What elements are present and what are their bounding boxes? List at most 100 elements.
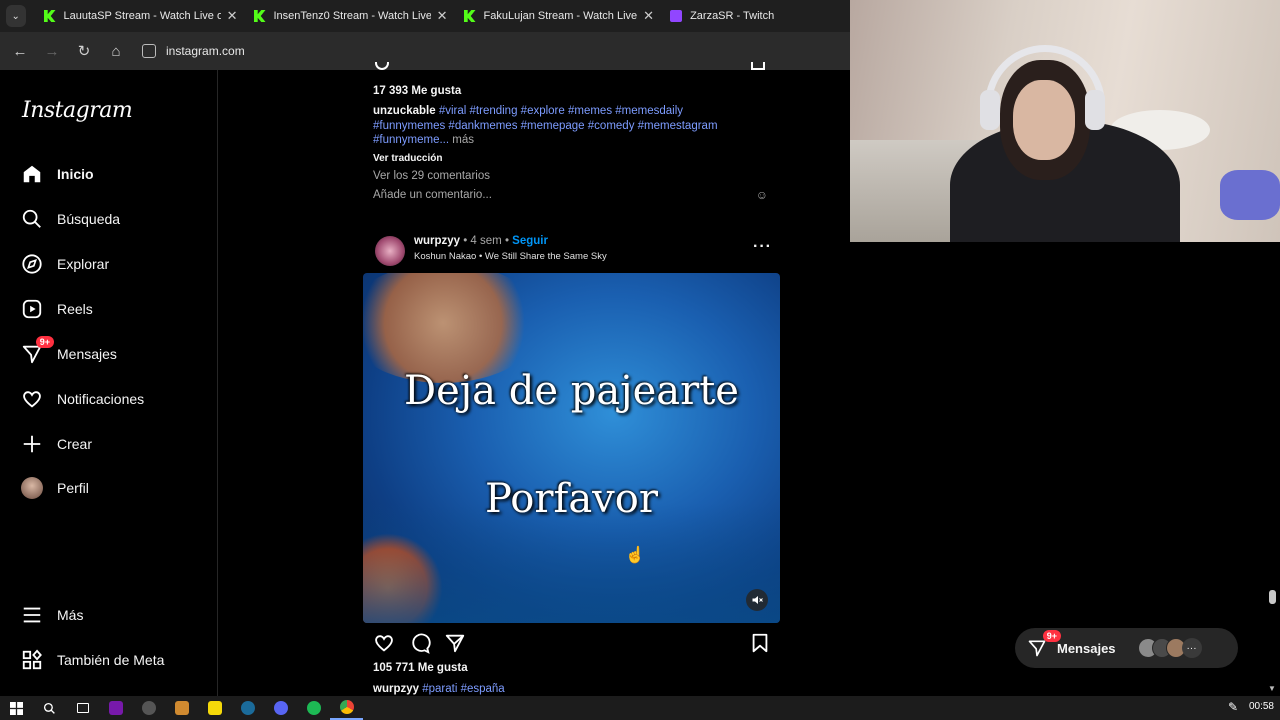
audio-track[interactable]: Koshun Nakao • We Still Share the Same S… [414, 251, 607, 262]
share-icon[interactable] [444, 632, 466, 659]
heart-icon [20, 387, 44, 411]
app-icon[interactable] [165, 696, 198, 720]
view-comments-link[interactable]: Ver los 29 comentarios [373, 170, 783, 182]
more-icon[interactable]: ··· [1181, 638, 1202, 658]
sidebar-item-mas[interactable]: Más [20, 603, 83, 627]
caption-hashtags[interactable]: #parati #españa [422, 683, 504, 695]
forward-icon[interactable]: → [36, 35, 68, 67]
sidebar-item-label: Reels [57, 301, 93, 317]
add-comment-input[interactable]: Añade un comentario... [373, 189, 492, 201]
sidebar-item-label: Explorar [57, 256, 110, 272]
like-icon[interactable] [373, 632, 395, 659]
browser-tab-bar: ⌄ LauutaSP Stream - Watch Live o ✕ Insen… [0, 0, 850, 32]
messages-dock-label: Mensajes [1057, 640, 1116, 656]
compass-icon [20, 252, 44, 276]
instagram-sidebar: Instagram Inicio Búsqueda Explorar Reels… [0, 70, 218, 696]
browser-tab[interactable]: InsenTenz0 Stream - Watch Live ✕ [246, 0, 456, 32]
tab-title: LauutaSP Stream - Watch Live o [63, 10, 221, 22]
avatar[interactable] [375, 236, 405, 266]
site-info-icon[interactable] [142, 44, 156, 58]
follow-button[interactable]: Seguir [512, 235, 548, 247]
task-view-icon[interactable] [66, 696, 99, 720]
sidebar-item-perfil[interactable]: Perfil [20, 476, 89, 500]
reload-icon[interactable]: ↻ [68, 35, 100, 67]
sticky-notes-icon[interactable] [198, 696, 231, 720]
notification-badge: 9+ [35, 336, 54, 348]
system-clock[interactable]: 00:58 [1249, 701, 1274, 712]
scroll-down-icon[interactable]: ▼ [1268, 684, 1276, 693]
translate-link[interactable]: Ver traducción [373, 153, 783, 164]
bookmark-icon[interactable] [751, 62, 765, 70]
sidebar-item-label: Notificaciones [57, 391, 145, 407]
browser-tab[interactable]: ZarzaSR - Twitch [662, 0, 850, 32]
likes-count[interactable]: 105 771 Me gusta [373, 662, 468, 674]
url-field[interactable]: instagram.com [142, 44, 245, 58]
kick-icon [43, 10, 56, 22]
sidebar-item-notificaciones[interactable]: Notificaciones [20, 387, 144, 411]
likes-count[interactable]: 17 393 Me gusta [373, 85, 783, 97]
post-username[interactable]: wurpzyy [414, 235, 460, 247]
plus-icon [20, 432, 44, 456]
obs-icon[interactable] [132, 696, 165, 720]
sidebar-item-explorar[interactable]: Explorar [20, 252, 109, 276]
close-icon[interactable]: ✕ [437, 8, 448, 24]
heart-icon[interactable] [375, 62, 389, 70]
kick-icon [463, 10, 476, 22]
search-icon[interactable] [33, 696, 66, 720]
tab-title: FakuLujan Stream - Watch Live [483, 10, 638, 22]
scrollbar-thumb[interactable] [1269, 590, 1276, 604]
webcam-overlay [850, 0, 1280, 242]
search-icon [20, 207, 44, 231]
spotify-icon[interactable] [297, 696, 330, 720]
sidebar-item-inicio[interactable]: Inicio [20, 162, 94, 186]
windows-start-icon[interactable] [0, 696, 33, 720]
sidebar-item-mensajes[interactable]: 9+ Mensajes [20, 336, 117, 366]
menu-icon [20, 603, 44, 627]
twitch-icon [670, 10, 683, 22]
post-header: wurpzyy • 4 sem • Seguir Koshun Nakao • … [373, 234, 783, 266]
home-icon [20, 162, 44, 186]
home-icon[interactable]: ⌂ [100, 35, 132, 67]
post-caption: wurpzyy #parati #españa [373, 683, 505, 695]
browser-tab[interactable]: LauutaSP Stream - Watch Live o ✕ [36, 0, 246, 32]
discord-icon[interactable] [264, 696, 297, 720]
caption-username[interactable]: wurpzyy [373, 683, 419, 695]
hand-cursor-icon: ☝ [625, 547, 645, 564]
close-icon[interactable]: ✕ [643, 8, 654, 24]
url-text: instagram.com [166, 44, 245, 58]
post-video[interactable]: Deja de pajearte Porfavor [363, 273, 780, 623]
post-caption: unzuckable #viral #trending #explore #me… [373, 104, 783, 148]
chrome-icon[interactable] [330, 696, 363, 720]
sidebar-item-crear[interactable]: Crear [20, 432, 92, 456]
sidebar-item-label: Inicio [57, 166, 94, 182]
meta-icon [20, 648, 44, 672]
avatar-icon [20, 476, 44, 500]
emoji-icon[interactable]: ☺ [756, 188, 768, 202]
comment-icon[interactable] [409, 632, 431, 659]
tab-search-dropdown[interactable]: ⌄ [6, 5, 26, 27]
steam-icon[interactable] [231, 696, 264, 720]
sidebar-item-label: Perfil [57, 480, 89, 496]
back-icon[interactable]: ← [4, 35, 36, 67]
reels-icon [20, 297, 44, 321]
instagram-logo[interactable]: Instagram [22, 98, 133, 123]
sidebar-item-busqueda[interactable]: Búsqueda [20, 207, 120, 231]
messages-dock[interactable]: 9+ Mensajes ··· [1015, 628, 1238, 668]
caption-hashtags[interactable]: #viral #trending #explore #memes #memesd… [439, 105, 683, 117]
bookmark-icon[interactable] [749, 632, 771, 659]
more-link[interactable]: más [449, 134, 474, 146]
sidebar-item-tambien-de-meta[interactable]: También de Meta [20, 648, 164, 672]
pen-icon[interactable]: ✎ [1228, 700, 1238, 714]
caption-username[interactable]: unzuckable [373, 105, 436, 117]
onenote-icon[interactable] [99, 696, 132, 720]
post-actions-top [373, 62, 773, 72]
caption-hashtags[interactable]: #funnymeme... [373, 134, 449, 146]
sidebar-item-label: Crear [57, 436, 93, 452]
caption-hashtags[interactable]: #funnymemes #dankmemes #memepage #comedy… [373, 120, 718, 132]
mute-icon[interactable] [746, 589, 768, 611]
browser-tab[interactable]: FakuLujan Stream - Watch Live ✕ [456, 0, 663, 32]
more-options-icon[interactable]: ··· [753, 238, 772, 256]
sidebar-item-reels[interactable]: Reels [20, 297, 93, 321]
sidebar-item-label: Mensajes [57, 346, 117, 362]
close-icon[interactable]: ✕ [227, 8, 238, 24]
